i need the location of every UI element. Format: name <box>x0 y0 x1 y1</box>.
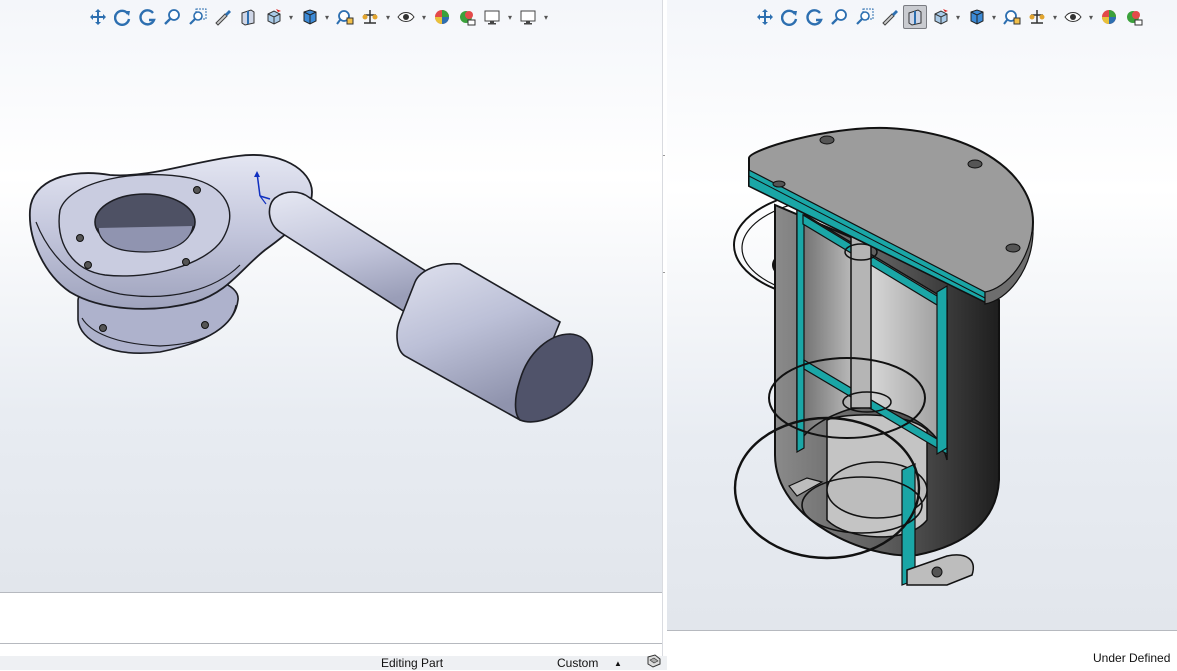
hide-show-items-icon <box>361 8 379 26</box>
rotate-view-icon <box>114 8 132 26</box>
right-zoom-to-area-button[interactable] <box>828 5 852 29</box>
view-settings-icon <box>433 8 451 26</box>
right-edit-appearance-button[interactable] <box>1122 5 1146 29</box>
monitor-icon <box>519 8 537 26</box>
graphics-area-left[interactable]: ▾ ▾ ▾ ▾ ▾ ▾ <box>0 0 662 592</box>
crank-arm-part-model[interactable] <box>0 0 662 530</box>
right-view-settings-button[interactable] <box>1097 5 1121 29</box>
section-view-icon <box>906 8 924 26</box>
view-settings-icon <box>1100 8 1118 26</box>
right-display-style-button[interactable] <box>964 5 988 29</box>
right-zoom-in-out-button[interactable] <box>853 5 877 29</box>
status-bar-left: Editing Part Custom ▲ <box>0 656 667 670</box>
rebuild-status-icon[interactable] <box>646 654 662 671</box>
section-view-part-model[interactable] <box>667 0 1177 630</box>
chevron-down-icon[interactable]: ▾ <box>1050 5 1060 29</box>
right-graphics-window: ▾ ▾ ▾ ▾ <box>667 0 1177 648</box>
zoom-to-area-icon <box>831 8 849 26</box>
apply-scene-icon <box>1064 8 1082 26</box>
chevron-down-icon[interactable]: ▾ <box>1086 5 1096 29</box>
right-zoom-to-fit-button[interactable] <box>753 5 777 29</box>
left-zoom-in-out-button[interactable] <box>186 5 210 29</box>
section-view-icon <box>239 8 257 26</box>
chevron-down-icon[interactable]: ▾ <box>286 5 296 29</box>
zoom-to-fit-icon <box>89 8 107 26</box>
left-monitor-button[interactable] <box>516 5 540 29</box>
apply-scene-icon <box>397 8 415 26</box>
chevron-down-icon[interactable]: ▾ <box>505 5 515 29</box>
right-view-orientation-button[interactable] <box>1000 5 1024 29</box>
chevron-down-icon[interactable]: ▾ <box>322 5 332 29</box>
display-style-icon <box>967 8 985 26</box>
view-orientation-icon <box>1003 8 1021 26</box>
left-edit-appearance-button[interactable] <box>455 5 479 29</box>
edit-appearance-icon <box>1125 8 1143 26</box>
rotate-view-icon <box>781 8 799 26</box>
left-display-manager-button[interactable] <box>480 5 504 29</box>
left-display-style-button[interactable] <box>297 5 321 29</box>
right-view-selector-button[interactable] <box>928 5 952 29</box>
graphics-area-right[interactable]: ▾ ▾ ▾ ▾ <box>667 0 1177 630</box>
units-selector[interactable]: Custom <box>557 656 598 670</box>
heads-up-view-toolbar-right: ▾ ▾ ▾ ▾ <box>753 4 1146 30</box>
right-rotate-view-button[interactable] <box>778 5 802 29</box>
edit-appearance-icon <box>458 8 476 26</box>
left-view-orientation-button[interactable] <box>333 5 357 29</box>
left-view-selector-button[interactable] <box>261 5 285 29</box>
left-bottom-panel <box>0 592 662 656</box>
right-bottom-panel <box>667 630 1177 648</box>
chevron-down-icon[interactable]: ▾ <box>989 5 999 29</box>
zoom-to-area-icon <box>164 8 182 26</box>
section-wall-right <box>937 286 947 454</box>
view-selector-icon <box>931 8 949 26</box>
section-wall-left <box>797 207 804 452</box>
zoom-in-out-icon <box>189 8 207 26</box>
display-style-icon <box>300 8 318 26</box>
units-dropdown-arrow-icon[interactable]: ▲ <box>614 659 622 668</box>
right-apply-scene-button[interactable] <box>1061 5 1085 29</box>
model-tab-strip <box>0 643 662 644</box>
left-dynamic-annotation-button[interactable] <box>211 5 235 29</box>
left-previous-view-button[interactable] <box>136 5 160 29</box>
left-section-view-button[interactable] <box>236 5 260 29</box>
dynamic-annotation-icon <box>214 8 232 26</box>
left-rotate-view-button[interactable] <box>111 5 135 29</box>
dynamic-annotation-icon <box>881 8 899 26</box>
left-apply-scene-button[interactable] <box>394 5 418 29</box>
chevron-down-icon[interactable]: ▾ <box>419 5 429 29</box>
view-orientation-icon <box>336 8 354 26</box>
zoom-in-out-icon <box>856 8 874 26</box>
chevron-down-icon[interactable]: ▾ <box>953 5 963 29</box>
display-manager-icon <box>483 8 501 26</box>
right-dynamic-annotation-button[interactable] <box>878 5 902 29</box>
chevron-down-icon[interactable]: ▾ <box>541 5 551 29</box>
left-zoom-to-area-button[interactable] <box>161 5 185 29</box>
chevron-down-icon[interactable]: ▾ <box>383 5 393 29</box>
left-graphics-window: ▾ ▾ ▾ ▾ ▾ ▾ <box>0 0 662 656</box>
left-view-settings-button[interactable] <box>430 5 454 29</box>
editing-status: Editing Part <box>381 656 443 670</box>
left-zoom-to-fit-button[interactable] <box>86 5 110 29</box>
right-hide-show-items-button[interactable] <box>1025 5 1049 29</box>
previous-view-icon <box>139 8 157 26</box>
left-hide-show-items-button[interactable] <box>358 5 382 29</box>
right-section-view-button[interactable] <box>903 5 927 29</box>
right-previous-view-button[interactable] <box>803 5 827 29</box>
hide-show-items-icon <box>1028 8 1046 26</box>
previous-view-icon <box>806 8 824 26</box>
definition-status: Under Defined <box>1093 651 1170 665</box>
heads-up-view-toolbar-left: ▾ ▾ ▾ ▾ ▾ ▾ <box>86 4 551 30</box>
zoom-to-fit-icon <box>756 8 774 26</box>
view-selector-icon <box>264 8 282 26</box>
status-bar-right: Under Defined <box>667 648 1177 670</box>
